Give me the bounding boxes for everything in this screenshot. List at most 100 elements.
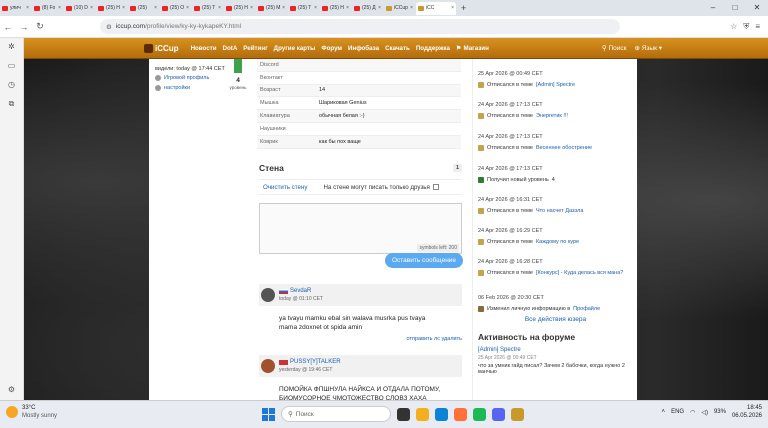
activity-link[interactable]: Что насчет Дазэла [536,208,583,214]
site-info-icon[interactable]: ⚙ [106,23,112,31]
nav-item[interactable]: Инфобаза [348,45,379,52]
activity-link[interactable]: [Admin] Spectre [536,82,575,88]
maximize-icon[interactable]: □ [724,0,746,14]
browser-tab[interactable]: (25) H × [320,2,351,15]
language-select[interactable]: ⊕ Язык ▾ [634,44,662,52]
wifi-icon[interactable]: ◠ [690,409,695,416]
activity-link[interactable]: Каждому по куре [536,239,579,245]
firefox-icon[interactable] [454,407,467,421]
taskbar-search[interactable]: ⚲ Поиск [281,406,391,422]
extensions-icon[interactable]: ⧉ [9,99,15,109]
discord-icon[interactable] [492,407,505,421]
game-icon[interactable] [511,407,524,421]
history-icon[interactable]: ◷ [8,80,15,89]
nav-shop[interactable]: ⚑ Магазин [456,45,489,52]
nav-item[interactable]: Форум [321,45,342,52]
info-value: обычная белая :-) [319,113,365,120]
back-icon[interactable]: ← [0,22,16,32]
youtube-icon [66,5,72,11]
close-tab-icon[interactable]: × [451,5,454,11]
game-profile-link[interactable]: Игровой профиль [155,75,209,81]
clock[interactable]: 18:45 06.05.2026 [732,404,762,420]
browser-tab[interactable]: (25) × [128,2,159,15]
close-tab-icon[interactable]: × [154,5,157,11]
close-tab-icon[interactable]: × [282,5,285,11]
new-tab-icon[interactable]: + [457,3,470,13]
volume-icon[interactable]: ◁) [701,409,708,416]
close-tab-icon[interactable]: × [410,5,413,11]
browser-tab[interactable]: (25) Д × [352,2,383,15]
shield-icon[interactable]: ⛨ [743,22,749,32]
close-tab-icon[interactable]: × [378,5,381,11]
nav-item[interactable]: Новости [191,45,217,52]
wall-message-textarea[interactable]: symbols left: 200 [259,203,462,254]
forward-icon[interactable]: → [16,22,32,32]
close-tab-icon[interactable]: × [26,5,29,11]
level-icon [478,177,484,183]
send-message-button[interactable]: Оставить сообщение [385,253,463,268]
close-tab-icon[interactable]: × [250,5,253,11]
address-bar[interactable]: ⚙ iccup.com/profile/view/ky-ky-kykapeKY.… [100,19,620,34]
avatar[interactable] [261,288,275,302]
browser-tab[interactable]: (25) H × [224,2,255,15]
browser-tab[interactable]: (25) T × [192,2,223,15]
settings-icon[interactable]: ⚙ [8,385,15,394]
activity-link[interactable]: Весеннее обострение [536,145,592,151]
browser-tab[interactable]: iCCup × [384,2,415,15]
nav-item[interactable]: Рейтинг [243,45,267,52]
close-tab-icon[interactable]: × [90,5,93,11]
browser-tab[interactable]: (25) M × [256,2,287,15]
task-view-icon[interactable] [397,407,410,421]
friends-only-checkbox[interactable] [432,184,439,190]
close-tab-icon[interactable]: × [218,5,221,11]
forum-item-title[interactable]: [Admin] Spectre [478,347,636,353]
close-tab-icon[interactable]: × [58,5,61,11]
weather-widget[interactable]: 33°C Mostly sunny [6,404,57,420]
avatar[interactable] [261,359,275,373]
wall-options: Очистить стену На стене могут писать тол… [259,179,462,195]
browser-tab[interactable]: (25) H × [96,2,127,15]
activity-link[interactable]: [Конкурс] - Куда делась вся мана? [536,270,623,276]
app-icon[interactable] [473,407,486,421]
sidebar-bookmarks-icon[interactable]: ▭ [8,61,16,70]
all-activity-link[interactable]: Все действия юзера [473,316,638,323]
close-tab-icon[interactable]: × [314,5,317,11]
clear-wall-link[interactable]: Очистить стену [259,184,307,191]
nav-item[interactable]: Скачать [385,45,410,52]
post-actions[interactable]: отправить лс удалить [259,336,462,342]
settings-link[interactable]: настройки [155,85,190,91]
nav-item[interactable]: Другие карты [274,45,316,52]
close-tab-icon[interactable]: × [186,5,189,11]
post-author[interactable]: PUSSY[Y]TALKER [279,359,341,365]
edge-icon[interactable] [435,407,448,421]
post-author[interactable]: SevdaR [279,288,323,294]
minimize-icon[interactable]: – [702,0,724,14]
ai-icon[interactable]: ✲ [8,42,15,51]
browser-tab[interactable]: (25) T × [288,2,319,15]
browser-tab[interactable]: iCC × [416,1,456,15]
activity-link[interactable]: Энергетик !!! [536,113,568,119]
start-icon[interactable] [262,407,275,421]
profile-info-row: Наушники [257,123,461,136]
activity-link[interactable]: Профайле [573,306,600,312]
browser-tab[interactable]: (10) D × [64,2,95,15]
browser-tab[interactable]: (8) Fo × [32,2,63,15]
bookmark-icon[interactable]: ☆ [730,22,737,32]
menu-icon[interactable]: ≡ [755,22,760,32]
note-icon [478,82,484,88]
tray-chevron-icon[interactable]: ˄ [662,409,666,415]
nav-item[interactable]: DotA [223,45,238,52]
close-tab-icon[interactable]: × [122,5,125,11]
site-search[interactable]: ⚲ Поиск [602,44,627,52]
browser-tab[interactable]: улич × [0,2,31,15]
reload-icon[interactable]: ↻ [32,21,48,32]
battery-indicator[interactable]: 93% [714,409,726,415]
file-explorer-icon[interactable] [416,407,429,421]
site-logo[interactable]: iCCup [144,43,179,53]
language-indicator[interactable]: ENG [671,409,684,415]
browser-tab[interactable]: (25) O × [160,2,191,15]
nav-item[interactable]: Поддержка [416,45,450,52]
profile-info-row: Discord [257,59,461,72]
close-window-icon[interactable]: ✕ [746,0,768,14]
close-tab-icon[interactable]: × [346,5,349,11]
